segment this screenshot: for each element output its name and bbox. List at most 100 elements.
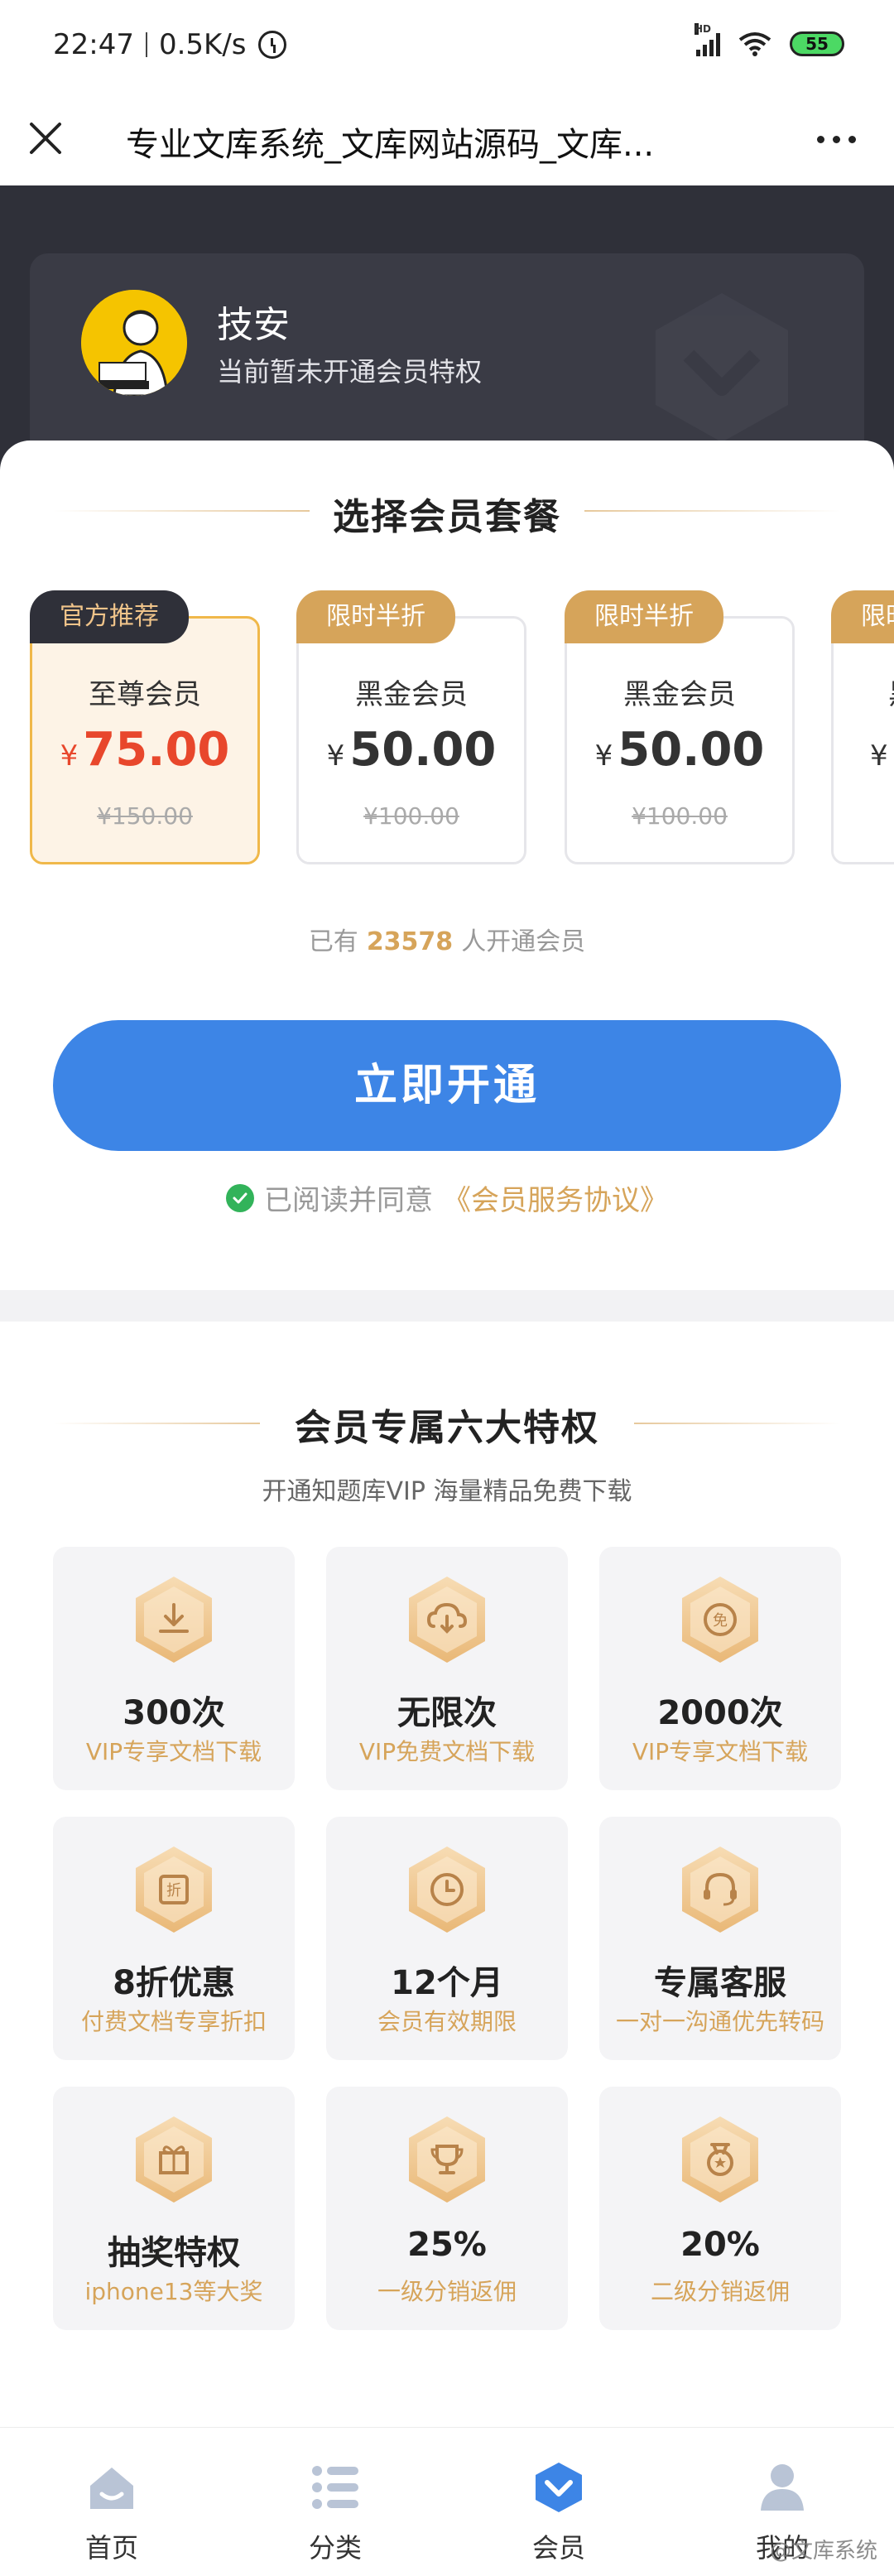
battery-level: 55 [805, 34, 829, 54]
plans-title: 选择会员套餐 [333, 496, 561, 538]
plan-badge: 限时半折 [296, 590, 455, 643]
price-value: 50.00 [349, 723, 497, 777]
plan-card-supreme[interactable]: 官方推荐 至尊会员 ¥75.00 ¥150.00 [30, 590, 260, 864]
status-time: 22:47 [53, 28, 134, 61]
bottom-tab-bar: 首页 分类 会员 我的 @文库系统 [0, 2427, 894, 2576]
member-count-suffix: 人开通会员 [461, 927, 586, 956]
privilege-tile: 专属客服一对一沟通优先转码 [599, 1817, 841, 2060]
privilege-title: 8折优惠 [113, 1964, 235, 2002]
privilege-title: 抽奖特权 [108, 2234, 240, 2272]
tab-label: 分类 [308, 2532, 362, 2564]
plans-sheet: 选择会员套餐 官方推荐 至尊会员 ¥75.00 ¥150.00 限时半折 黑金会… [0, 441, 894, 1290]
avatar-illustration-icon [81, 290, 187, 396]
plan-badge: 官方推荐 [30, 590, 189, 643]
tab-label: 首页 [84, 2532, 138, 2564]
privilege-desc: 一对一沟通优先转码 [615, 2008, 824, 2035]
privilege-desc: iphone13等大奖 [84, 2278, 263, 2305]
clock-icon [409, 1847, 485, 1933]
more-icon[interactable] [817, 136, 856, 143]
vip-icon [536, 2463, 582, 2512]
plan-name: 至尊会员 [89, 678, 201, 711]
page-title: 专业文库系统_文库网站源码_文库... [126, 126, 655, 164]
plan-price: ¥50.00 [567, 723, 792, 777]
open-membership-button[interactable]: 立即开通 [53, 1020, 841, 1151]
download-icon [136, 1577, 212, 1663]
svg-text:折: 折 [166, 1882, 181, 1899]
currency-symbol: ¥ [60, 739, 79, 773]
tab-vip[interactable]: 会员 [447, 2428, 670, 2576]
privilege-desc: 付费文档专享折扣 [80, 2008, 267, 2035]
member-count: 已有 23578 人开通会员 [0, 921, 894, 957]
plan-card-black-gold-2[interactable]: 限时半折 黑金会员 ¥50.00 ¥100.00 [565, 590, 795, 864]
currency-symbol: ¥ [326, 739, 345, 773]
price-value: 75.00 [83, 723, 230, 777]
privilege-desc: VIP免费文档下载 [358, 1738, 536, 1765]
avatar[interactable] [81, 290, 187, 396]
home-icon [90, 2468, 133, 2509]
status-left: 22:47 0.5K/s [53, 28, 286, 61]
privilege-desc: 会员有效期限 [377, 2008, 517, 2035]
tab-label: 会员 [531, 2532, 585, 2564]
tab-category[interactable]: 分类 [223, 2428, 447, 2576]
plan-price: ¥50.00 [299, 723, 524, 777]
signal-icon: HD [695, 23, 720, 56]
free-icon: 免 [682, 1577, 758, 1663]
plan-price: ¥75.00 [32, 723, 257, 777]
agreement: 已阅读并同意 《会员服务协议》 [0, 1177, 894, 1218]
plan-original-price: ¥150.00 [97, 802, 193, 830]
agreement-text: 已阅读并同意 [264, 1184, 433, 1217]
svg-text:免: 免 [713, 1612, 728, 1630]
status-divider [145, 32, 147, 57]
currency-symbol: ¥ [870, 739, 888, 773]
privilege-title: 20% [680, 2226, 760, 2264]
privilege-title: 专属客服 [654, 1964, 786, 2002]
discount-icon: 折 [136, 1847, 212, 1933]
tab-home[interactable]: 首页 [0, 2428, 223, 2576]
trophy-icon [409, 2116, 485, 2203]
gift-icon [136, 2116, 212, 2203]
watermark: @文库系统 [769, 2539, 877, 2564]
plan-badge: 限时半折 [565, 590, 723, 643]
privilege-tile: 300次 VIP专享文档下载 [53, 1547, 295, 1790]
headset-icon [682, 1847, 758, 1933]
privilege-desc: VIP专享文档下载 [632, 1738, 809, 1765]
privilege-tile: 无限次 VIP免费文档下载 [326, 1547, 568, 1790]
privileges-section: 会员专属六大特权 开通知题库VIP 海量精品免费下载 300次 VIP专享文档下载… [0, 1322, 894, 2427]
privilege-title: 12个月 [391, 1964, 503, 2002]
privilege-desc: VIP专享文档下载 [85, 1738, 262, 1765]
plan-card-black-gold[interactable]: 限时半折 黑金会员 ¥50.00 ¥100.00 [296, 590, 526, 864]
alarm-icon [257, 31, 286, 59]
status-bar: 22:47 0.5K/s HD 55 [0, 0, 894, 93]
membership-status: 当前暂未开通会员特权 [217, 356, 483, 388]
member-count-prefix: 已有 [308, 927, 358, 956]
privilege-desc: 一级分销返佣 [377, 2278, 517, 2305]
privilege-title: 2000次 [657, 1694, 783, 1732]
privilege-tile: 20% 二级分销返佣 [599, 2087, 841, 2330]
user-name: 技安 [217, 304, 290, 346]
plan-name: 黑金会员 [623, 678, 736, 711]
privilege-tile: 抽奖特权 iphone13等大奖 [53, 2087, 295, 2330]
privilege-title: 25% [407, 2226, 487, 2264]
privileges-title: 会员专属六大特权 [295, 1407, 599, 1449]
plan-original-price: ¥100.00 [632, 802, 728, 830]
privilege-desc: 二级分销返佣 [650, 2278, 790, 2305]
plan-price: ¥ [834, 723, 894, 777]
privilege-title: 无限次 [397, 1694, 497, 1732]
check-icon[interactable] [226, 1183, 254, 1212]
currency-symbol: ¥ [594, 739, 613, 773]
medal-icon [682, 2116, 758, 2203]
close-icon[interactable] [25, 118, 66, 159]
network-speed: 0.5K/s [158, 28, 247, 61]
battery-icon: 55 [790, 31, 844, 56]
plan-original-price: ¥100.00 [363, 802, 459, 830]
title-bar: 专业文库系统_文库网站源码_文库... [0, 93, 894, 185]
user-header: 技安 当前暂未开通会员特权 [0, 185, 894, 485]
privilege-tile: 12个月会员有效期限 [326, 1817, 568, 2060]
agreement-link[interactable]: 《会员服务协议》 [443, 1177, 668, 1218]
plan-card-partial[interactable]: 限时 黑 ¥ [831, 590, 894, 864]
privileges-subtitle: 开通知题库VIP 海量精品免费下载 [262, 1477, 632, 1506]
plan-name: 黑金会员 [355, 678, 468, 711]
price-value: 50.00 [618, 723, 765, 777]
vip-emblem-icon [656, 293, 788, 442]
privilege-tile: 免 2000次 VIP专享文档下载 [599, 1547, 841, 1790]
